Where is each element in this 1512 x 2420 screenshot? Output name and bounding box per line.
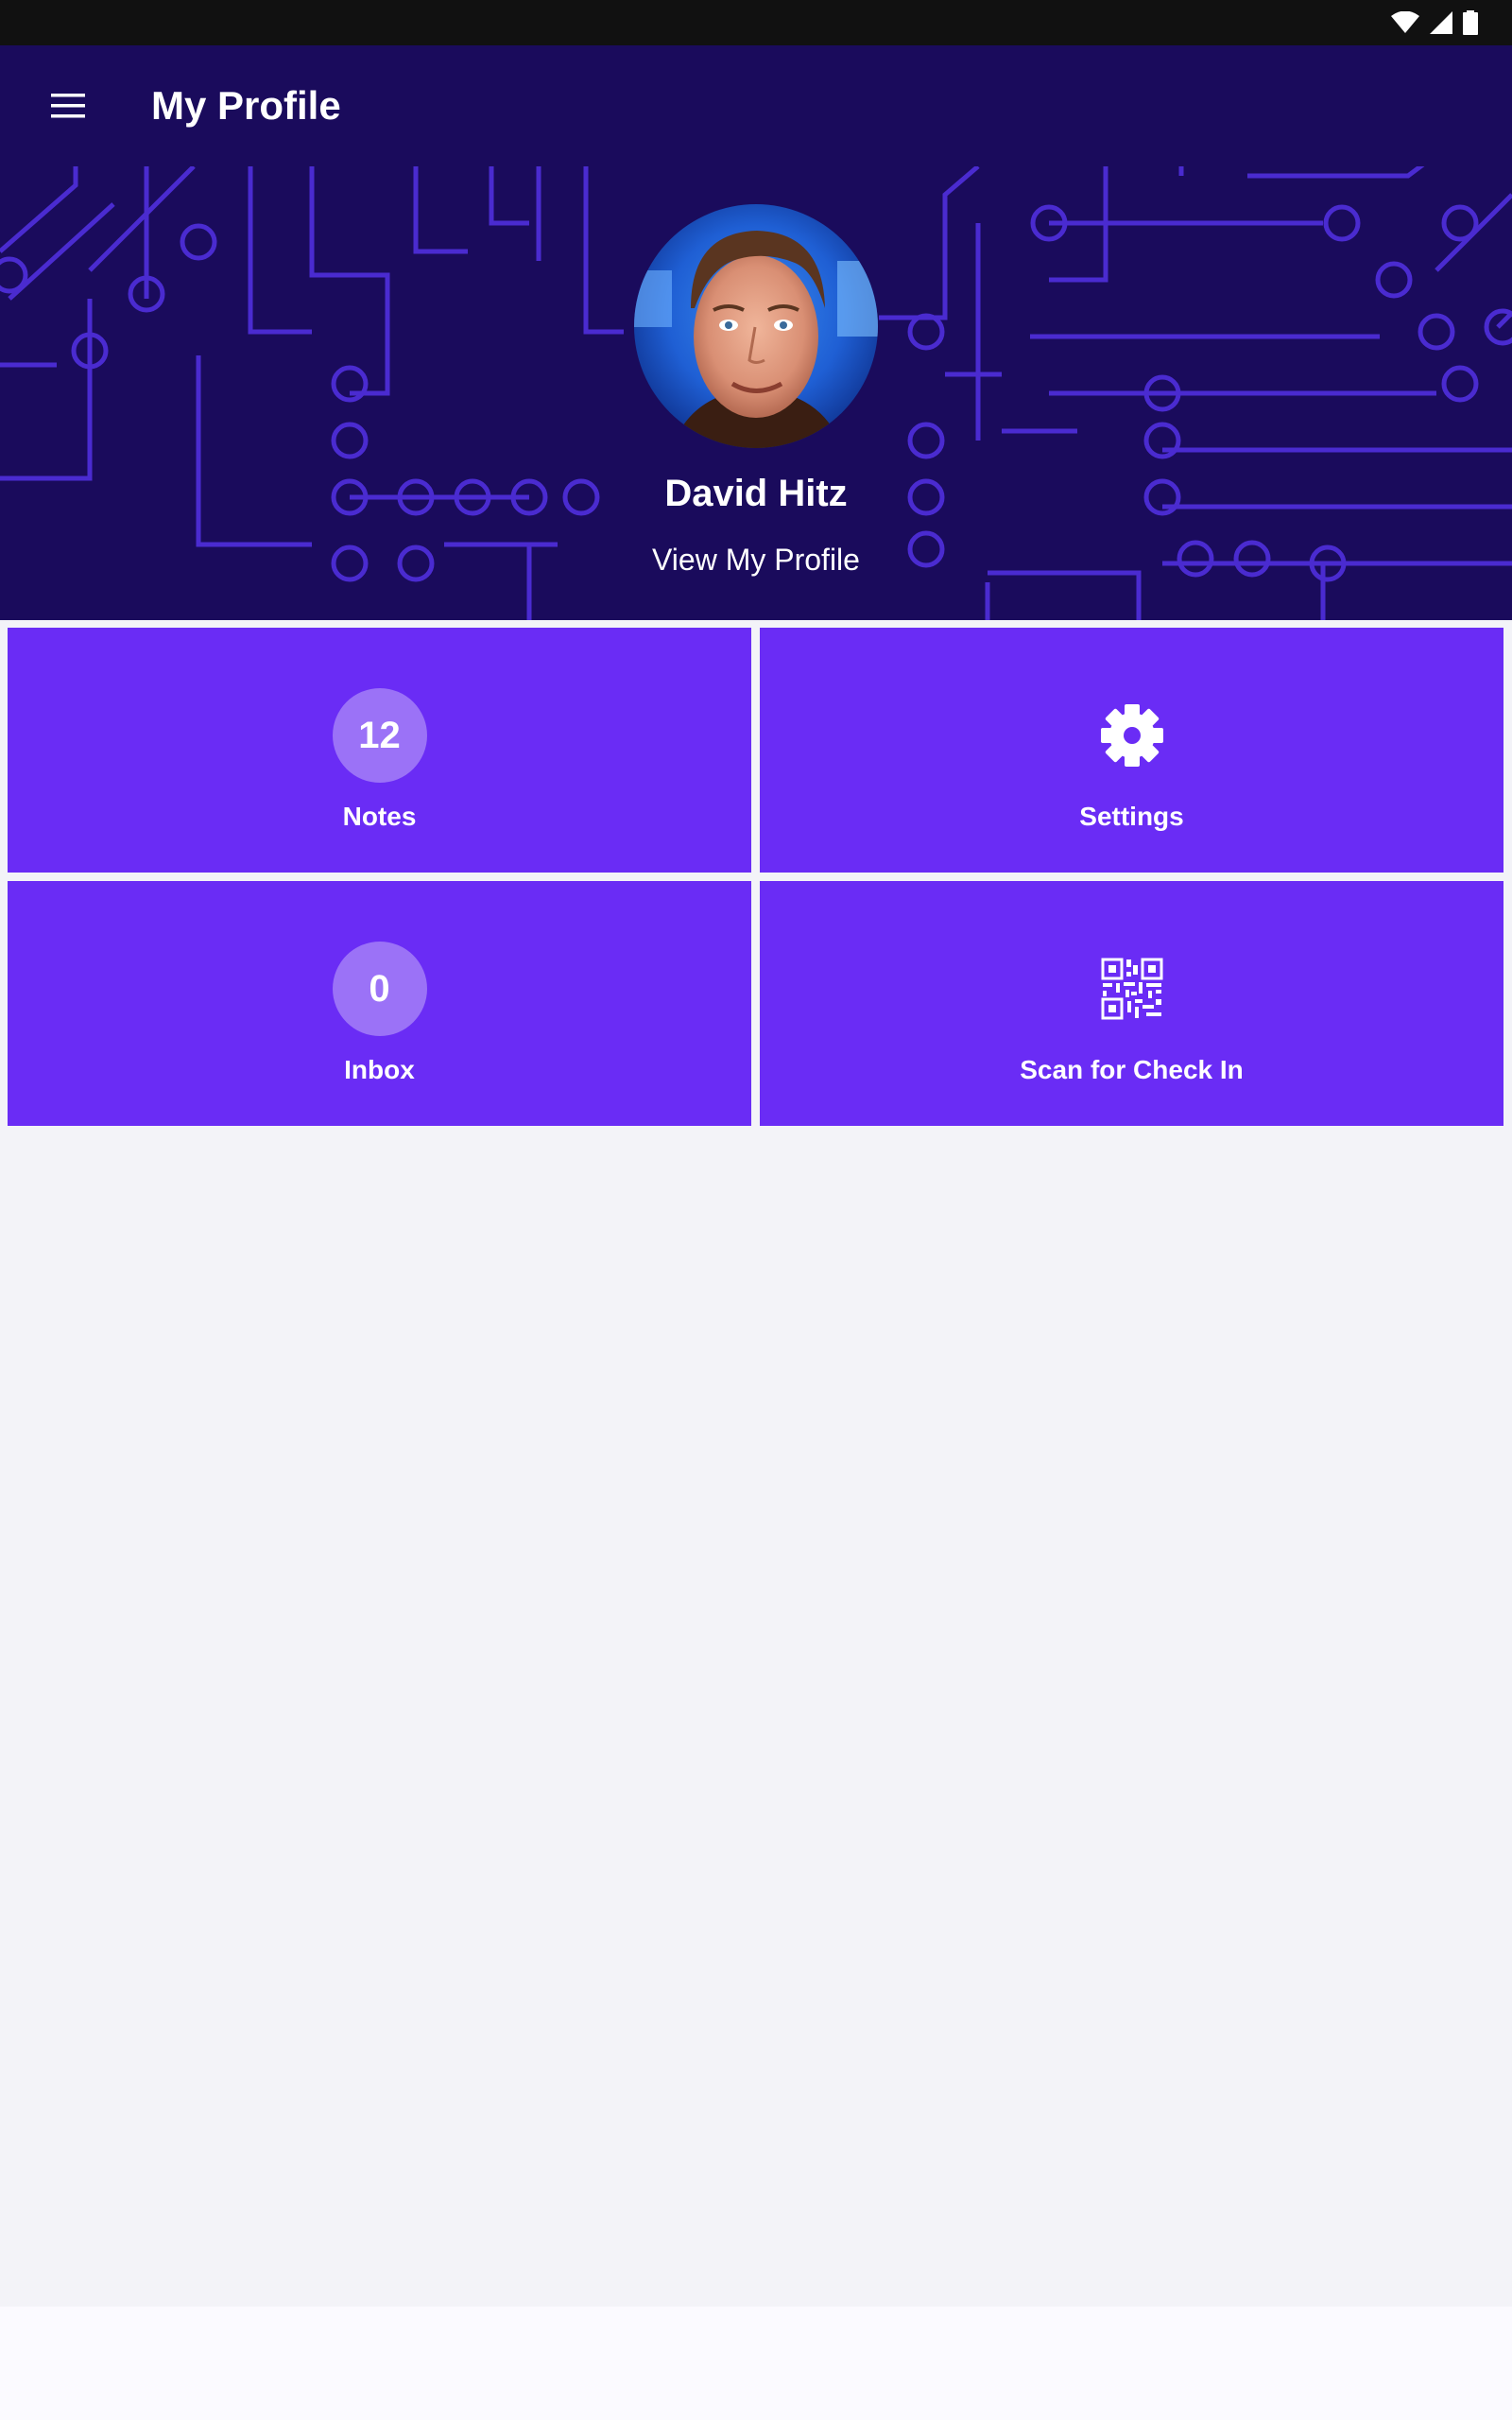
qr-code-icon [1098, 955, 1166, 1023]
gear-icon [1098, 701, 1166, 769]
status-bar [0, 0, 1512, 45]
page-title: My Profile [151, 83, 341, 128]
settings-tile[interactable]: Settings [760, 628, 1503, 873]
wifi-icon [1391, 11, 1419, 33]
scan-check-in-tile[interactable]: Scan for Check In [760, 881, 1503, 1126]
app-bar: My Profile [0, 45, 1512, 166]
menu-button[interactable] [42, 79, 94, 132]
battery-icon [1463, 10, 1478, 35]
profile-header: David Hitz View My Profile [0, 166, 1512, 620]
notes-tile-label: Notes [342, 802, 417, 831]
notes-tile[interactable]: 12 Notes [8, 628, 751, 873]
bottom-strip [0, 2307, 1512, 2420]
profile-photo [634, 204, 878, 448]
cellular-signal-icon [1430, 11, 1452, 34]
hamburger-menu-icon [51, 94, 85, 118]
avatar[interactable] [634, 204, 878, 448]
inbox-count-badge: 0 [332, 942, 427, 1036]
view-profile-link[interactable]: View My Profile [652, 543, 860, 577]
status-icons [1391, 9, 1478, 36]
scan-check-in-label: Scan for Check In [1020, 1055, 1244, 1084]
inbox-tile-label: Inbox [344, 1055, 415, 1084]
notes-count-badge: 12 [332, 688, 427, 783]
dashboard-grid: 12 Notes Settings 0 Inbox Scan for Check… [0, 620, 1512, 2307]
inbox-tile[interactable]: 0 Inbox [8, 881, 751, 1126]
view-profile-row: View My Profile [0, 541, 1512, 579]
profile-name: David Hitz [664, 473, 848, 514]
settings-tile-label: Settings [1079, 802, 1184, 831]
